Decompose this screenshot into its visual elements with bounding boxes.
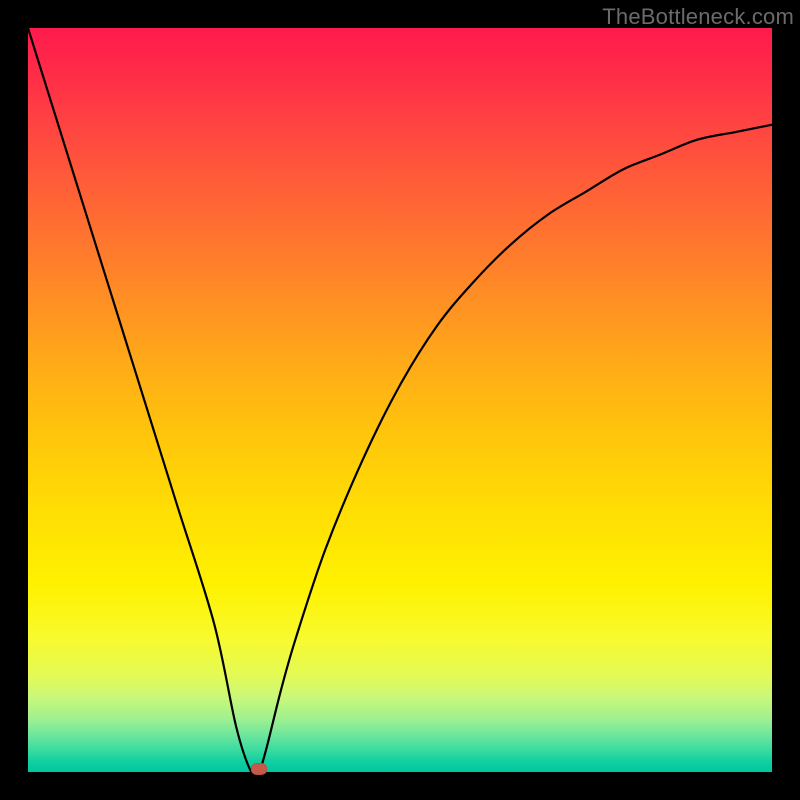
bottleneck-curve	[28, 28, 772, 772]
plot-area	[28, 28, 772, 772]
watermark-label: TheBottleneck.com	[602, 4, 794, 30]
curve-svg	[28, 28, 772, 772]
chart-frame: TheBottleneck.com	[0, 0, 800, 800]
optimum-marker	[251, 763, 267, 775]
